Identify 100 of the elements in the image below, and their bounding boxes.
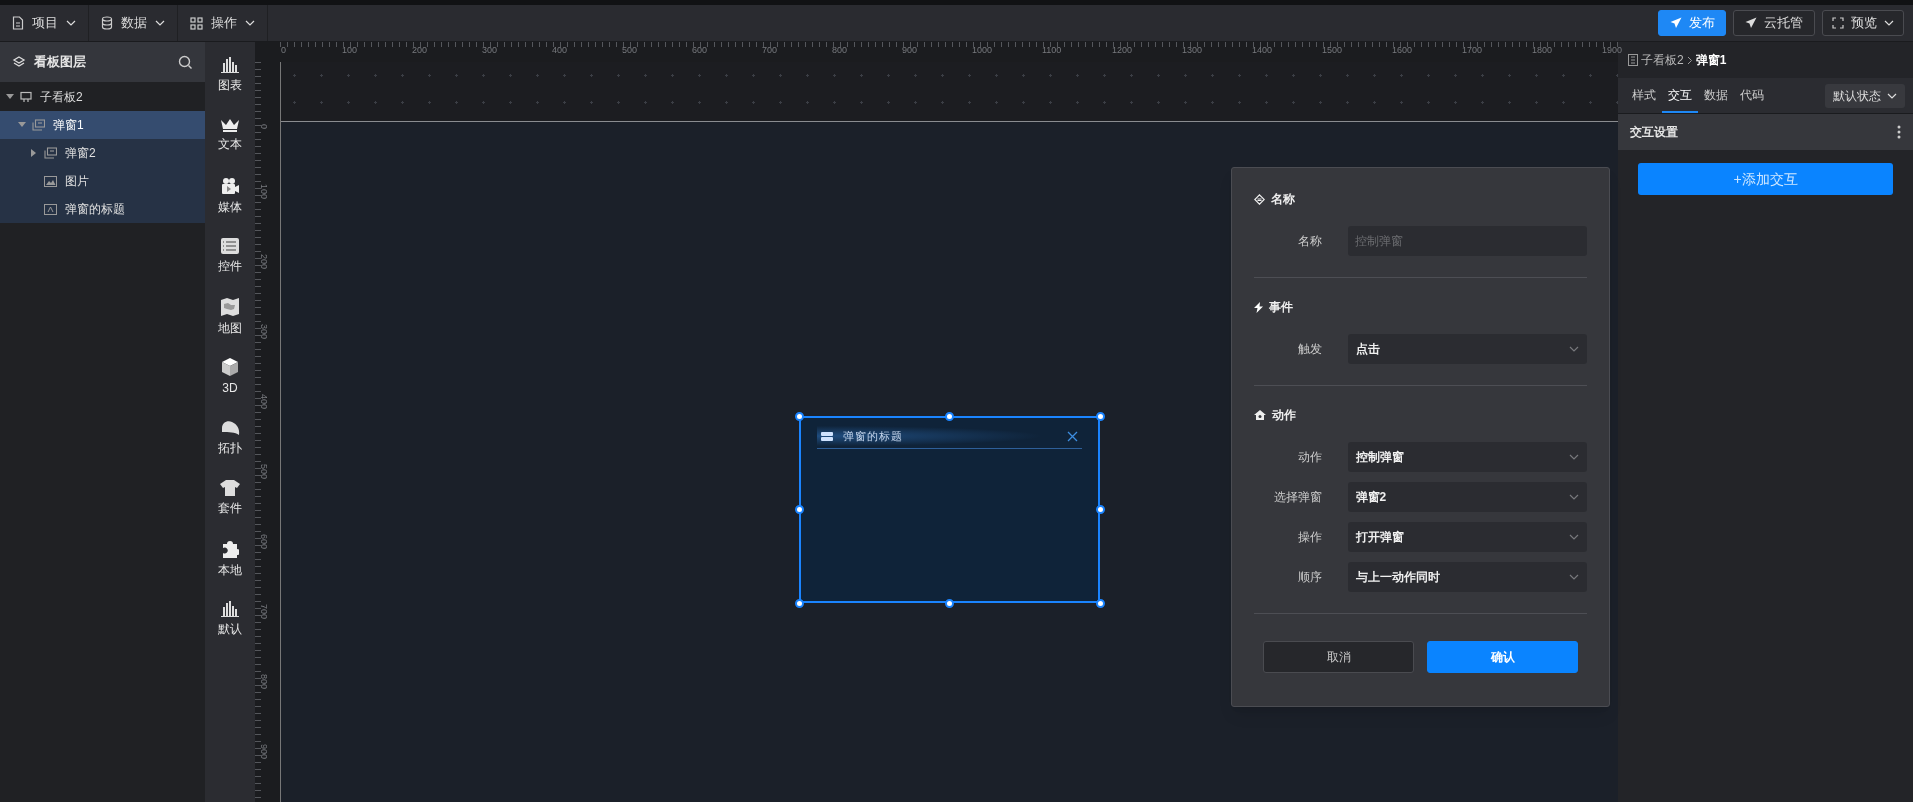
- ruler-label: 1100: [1042, 46, 1062, 55]
- name-input[interactable]: 控制弹窗: [1347, 226, 1587, 256]
- tree-label: 弹窗2: [65, 145, 96, 162]
- section-heading: 名称: [1271, 191, 1295, 208]
- document-icon: [12, 16, 24, 30]
- tree-label: 子看板2: [40, 89, 83, 106]
- ruler-label: 1200: [1112, 46, 1133, 55]
- resize-handle[interactable]: [945, 411, 954, 421]
- select-field[interactable]: 与上一动作同时: [1347, 562, 1587, 592]
- resize-handle[interactable]: [794, 411, 804, 421]
- tree-item[interactable]: 弹窗2: [0, 139, 205, 167]
- popup-title: 弹窗的标题: [843, 428, 903, 444]
- component-category-button[interactable]: 3D: [208, 347, 252, 408]
- tree-item[interactable]: 图片: [0, 167, 205, 195]
- chevron-down-icon: [245, 20, 255, 26]
- paper-plane-icon: [1745, 17, 1757, 29]
- preview-button[interactable]: 预览: [1822, 10, 1904, 36]
- resize-handle[interactable]: [1095, 598, 1105, 608]
- diamond-icon: [1254, 193, 1265, 205]
- ruler-label: 500: [622, 46, 638, 55]
- section-heading: 事件: [1269, 299, 1293, 316]
- ruler-label: 300: [482, 46, 498, 55]
- ruler-label: 200: [412, 46, 428, 55]
- inspector-tab[interactable]: 数据: [1698, 78, 1734, 113]
- cancel-button[interactable]: 取消: [1263, 641, 1414, 673]
- chevron-down-icon: [1569, 494, 1579, 500]
- ruler-label: 500: [259, 464, 268, 480]
- ruler-label: 900: [902, 46, 918, 55]
- menu-button[interactable]: 操作: [178, 5, 268, 41]
- select-field[interactable]: 弹窗2: [1347, 482, 1587, 512]
- puzzle-icon: [221, 539, 239, 558]
- component-category-button[interactable]: 媒体: [208, 166, 252, 227]
- state-select[interactable]: 默认状态: [1825, 83, 1905, 108]
- ruler-label: 1700: [1462, 46, 1483, 55]
- select-field[interactable]: 控制弹窗: [1347, 442, 1587, 472]
- ruler-label: 1800: [1532, 46, 1553, 55]
- chevron-down-icon: [1569, 574, 1579, 580]
- field-label: 操作: [1296, 529, 1323, 546]
- list-card-icon: [221, 238, 239, 255]
- ruler-label: 600: [259, 534, 268, 550]
- menu-button[interactable]: 项目: [0, 5, 89, 41]
- component-category-button[interactable]: 套件: [208, 468, 252, 529]
- component-category-button[interactable]: 控件: [208, 226, 252, 287]
- field-label: 触发: [1296, 341, 1323, 358]
- resize-handle[interactable]: [1095, 411, 1105, 421]
- tree-item[interactable]: 弹窗1: [0, 111, 205, 139]
- resize-handle[interactable]: [794, 598, 804, 608]
- component-category-button[interactable]: 拓扑: [208, 408, 252, 469]
- more-icon[interactable]: [1897, 125, 1901, 139]
- confirm-button[interactable]: 确认: [1427, 641, 1578, 673]
- component-category-button[interactable]: 默认: [208, 589, 252, 650]
- text-image-icon: [44, 203, 57, 215]
- resize-handle[interactable]: [794, 505, 804, 514]
- breadcrumb-item[interactable]: 子看板2: [1641, 51, 1684, 69]
- shirt-icon: [220, 480, 240, 497]
- tree-label: 弹窗的标题: [65, 201, 125, 218]
- ruler-label: 300: [259, 324, 268, 340]
- component-category-button[interactable]: 地图: [208, 287, 252, 348]
- caret-right-icon[interactable]: [30, 149, 38, 157]
- field-label: 选择弹窗: [1272, 489, 1323, 506]
- tree-item[interactable]: 子看板2: [0, 83, 205, 111]
- resize-handle[interactable]: [945, 598, 954, 608]
- inspector-tab[interactable]: 样式: [1626, 78, 1662, 113]
- paper-plane-icon: [1669, 17, 1682, 29]
- server-icon: [821, 431, 833, 441]
- inspector-tab[interactable]: 代码: [1734, 78, 1770, 113]
- component-category-button[interactable]: 图表: [208, 45, 252, 106]
- grid-icon: [190, 16, 203, 30]
- image-icon: [44, 175, 57, 187]
- section-title: 交互设置: [1630, 124, 1678, 141]
- caret-down-icon[interactable]: [6, 94, 14, 100]
- resize-handle[interactable]: [1095, 505, 1105, 514]
- ruler-label: 1000: [972, 46, 993, 55]
- ruler-label: 100: [342, 46, 358, 55]
- cloud-hosting-button[interactable]: 云托管: [1733, 10, 1815, 36]
- publish-button[interactable]: 发布: [1658, 10, 1726, 36]
- caret-down-icon[interactable]: [18, 122, 26, 128]
- close-icon[interactable]: [1067, 430, 1078, 442]
- cube-icon: [222, 358, 238, 377]
- component-category-button[interactable]: 本地: [208, 529, 252, 590]
- ruler-label: 600: [692, 46, 708, 55]
- breadcrumb-item: 弹窗1: [1695, 52, 1727, 69]
- tree-item[interactable]: 弹窗的标题: [0, 195, 205, 223]
- chevron-down-icon: [1569, 346, 1579, 352]
- board-icon: [20, 91, 32, 103]
- chevron-down-icon: [1884, 20, 1894, 26]
- cloud-shape-icon: [220, 419, 240, 436]
- component-category-button[interactable]: 文本: [208, 105, 252, 166]
- chevron-down-icon: [155, 20, 165, 26]
- chevron-down-icon: [1887, 92, 1897, 99]
- search-icon[interactable]: [178, 54, 193, 70]
- panel-title: 看板图层: [34, 53, 86, 72]
- select-field[interactable]: 打开弹窗: [1347, 522, 1587, 552]
- ruler-label: 100: [259, 184, 268, 200]
- select-field[interactable]: 点击: [1347, 334, 1587, 364]
- ruler-label: 400: [552, 46, 568, 55]
- popup-widget[interactable]: 弹窗的标题: [799, 416, 1100, 603]
- menu-button[interactable]: 数据: [89, 5, 178, 41]
- ruler-label: 900: [259, 744, 268, 760]
- layers-icon: [12, 55, 26, 69]
